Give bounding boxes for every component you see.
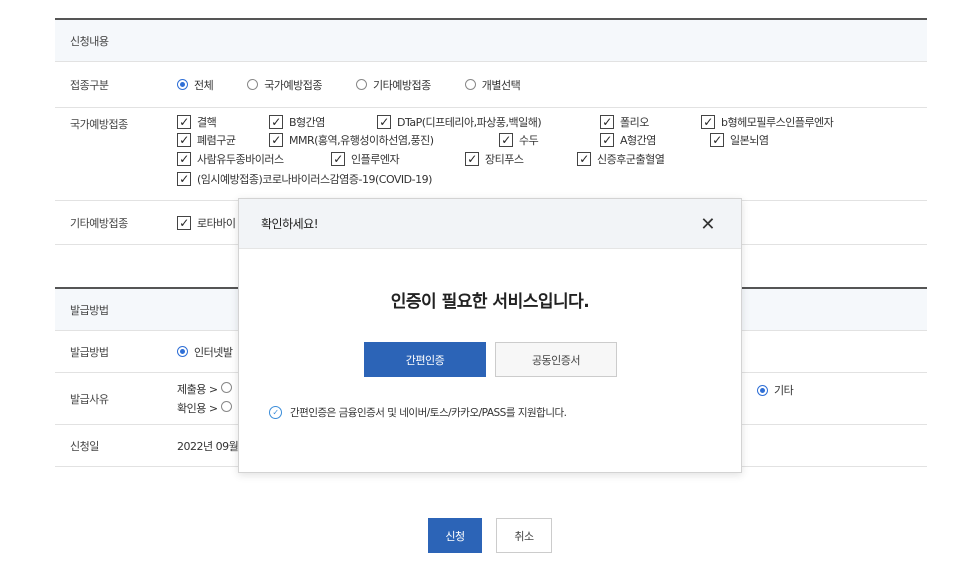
reason-submit-line: 제출용 >: [177, 380, 238, 399]
issuance-method-label: 발급방법: [70, 345, 109, 359]
radio-selected-icon: [177, 79, 188, 90]
check-icon: ✓: [177, 215, 191, 230]
check-icon: ✓: [701, 115, 715, 129]
check-icon: ✓: [499, 133, 513, 147]
application-section-header: 신청내용: [55, 20, 927, 62]
check-icon: ✓: [577, 152, 591, 166]
radio-other[interactable]: 기타예방접종: [355, 77, 431, 93]
national-vaccines-label: 국가예방접종: [70, 118, 128, 131]
submit-button[interactable]: 신청: [428, 518, 482, 553]
close-icon[interactable]: ✕: [700, 214, 715, 235]
radio-icon: [464, 79, 476, 90]
radio-reason-check[interactable]: [220, 400, 238, 412]
checkbox-rotavirus[interactable]: ✓ 로타바이: [177, 215, 236, 231]
checkbox-mmr[interactable]: ✓ MMR(홍역,유행성이하선염,풍진): [269, 132, 434, 148]
check-icon: ✓: [600, 115, 614, 129]
radio-national[interactable]: 국가예방접종: [247, 77, 322, 93]
checkbox-typhoid[interactable]: ✓ 장티푸스: [465, 151, 524, 167]
radio-reason-submit[interactable]: [220, 381, 238, 393]
simple-auth-button[interactable]: 간편인증: [364, 342, 486, 377]
radio-selected-icon: [177, 346, 188, 357]
check-icon: ✓: [465, 152, 479, 166]
checkbox-hfrs[interactable]: ✓ 신증후군출혈열: [577, 151, 665, 167]
check-icon: ✓: [377, 115, 391, 129]
check-icon: ✓: [177, 133, 191, 147]
checkbox-hpv[interactable]: ✓ 사람유두종바이러스: [177, 151, 284, 167]
issuance-section-title: 발급방법: [70, 303, 109, 317]
radio-icon: [247, 79, 259, 90]
checkbox-hib[interactable]: ✓ b형헤모필루스인플루엔자: [701, 114, 834, 130]
check-icon: ✓: [710, 133, 724, 147]
checkbox-covid19[interactable]: ✓ (임시예방접종)코로나바이러스감염증-19(COVID-19): [177, 171, 432, 187]
national-vaccines-row: 국가예방접종 ✓ 결핵 ✓ B형간염 ✓ DTaP(디프테리아,파상풍,백일해) ✓ 폴…: [55, 108, 927, 201]
checkbox-polio[interactable]: ✓ 폴리오: [600, 114, 649, 130]
vaccination-type-label: 접종구분: [70, 78, 109, 92]
check-icon: ✓: [269, 133, 283, 147]
cancel-button[interactable]: 취소: [496, 518, 552, 553]
national-vaccines-list: ✓ 결핵 ✓ B형간염 ✓ DTaP(디프테리아,파상풍,백일해) ✓ 폴리오 ✓ b형헤…: [163, 108, 927, 194]
modal-header: 확인하세요!: [239, 199, 741, 249]
checkbox-bcg[interactable]: ✓ 결핵: [177, 114, 217, 130]
vaccination-type-row: 접종구분 전체 국가예방접종 기타예방접종 개별선택: [55, 62, 927, 108]
radio-selected-icon: [757, 385, 768, 396]
check-icon: ✓: [177, 172, 191, 186]
modal-title: 확인하세요!: [261, 217, 319, 231]
check-icon: ✓: [177, 152, 191, 166]
reason-check-line: 확인용 >: [177, 399, 238, 418]
radio-individual[interactable]: 개별선택: [464, 77, 521, 93]
radio-all[interactable]: 전체: [177, 77, 214, 93]
radio-icon: [220, 400, 232, 412]
checkbox-varicella[interactable]: ✓ 수두: [499, 132, 539, 148]
check-icon: ✓: [600, 133, 614, 147]
checkbox-hepa[interactable]: ✓ A형간염: [600, 132, 656, 148]
radio-reason-other[interactable]: 기타: [757, 381, 794, 400]
check-icon: ✓: [269, 115, 283, 129]
checkbox-influenza[interactable]: ✓ 인플루엔자: [331, 151, 400, 167]
modal-message: 인증이 필요한 서비스입니다.: [390, 292, 590, 312]
other-vaccines-label: 기타예방접종: [70, 216, 128, 230]
checkbox-je[interactable]: ✓ 일본뇌염: [710, 132, 769, 148]
request-date-label: 신청일: [70, 439, 99, 453]
auth-modal: 확인하세요! ✕ 인증이 필요한 서비스입니다. 간편인증 공동인증서 ✓ 간편…: [238, 198, 742, 473]
checkbox-pneumococcal[interactable]: ✓ 폐렴구균: [177, 132, 236, 148]
joint-cert-button[interactable]: 공동인증서: [495, 342, 617, 377]
modal-note: ✓ 간편인증은 금융인증서 및 네이버/토스/카카오/PASS를 지원합니다.: [269, 405, 567, 420]
check-icon: ✓: [331, 152, 345, 166]
issuance-reason-label: 발급사유: [70, 392, 109, 406]
check-icon: ✓: [177, 115, 191, 129]
application-section-title: 신청내용: [70, 34, 109, 48]
radio-internet[interactable]: 인터넷발: [177, 344, 233, 360]
checkbox-dtap[interactable]: ✓ DTaP(디프테리아,파상풍,백일해): [377, 114, 542, 130]
radio-icon: [220, 381, 232, 393]
checkbox-hepb[interactable]: ✓ B형간염: [269, 114, 325, 130]
check-circle-icon: ✓: [269, 406, 282, 419]
radio-icon: [355, 79, 367, 90]
